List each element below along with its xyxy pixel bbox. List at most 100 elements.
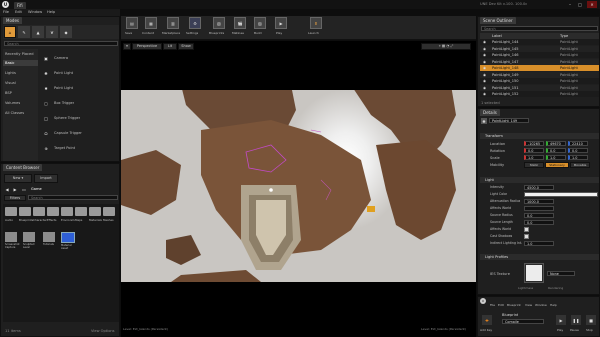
category-recently-placed[interactable]: Recently Placed (5, 51, 34, 57)
scale-z[interactable]: 1.0 (568, 155, 588, 160)
bp-menu-window[interactable]: Window (535, 302, 547, 308)
property-checkbox[interactable] (524, 233, 529, 239)
list-item[interactable]: ⊕ Target Point (39, 141, 119, 155)
content-browser-tab[interactable]: Content Browser (3, 164, 43, 171)
back-icon[interactable]: ◀ (4, 186, 10, 192)
asset-item[interactable]: Tutorials (43, 232, 57, 254)
property-value[interactable]: 1000.0 (524, 198, 554, 204)
light-header[interactable]: Light (480, 177, 599, 183)
scene-outliner-tab[interactable]: Scene Outliner (480, 17, 516, 24)
view-options-button[interactable]: View Options (91, 328, 115, 334)
category-lights[interactable]: Lights (5, 70, 16, 76)
section-lightmass[interactable]: Lightmass (518, 285, 533, 291)
toolbar-button[interactable]: ▶ Play (273, 17, 289, 38)
property-value[interactable]: 0.0 (524, 219, 554, 225)
toolbar-button[interactable]: ▤ Save (124, 17, 140, 38)
pause-icon[interactable]: ❚❚ (571, 315, 581, 325)
viewport-options-button[interactable]: ▾ (123, 43, 131, 50)
modes-search-input[interactable]: Search (4, 41, 118, 46)
import-button[interactable]: Import (34, 174, 58, 183)
folder-item[interactable]: Blueprints (19, 207, 33, 225)
table-row[interactable]: ◉ PointLight_149 PointLight (480, 71, 599, 78)
bp-menu-view[interactable]: View (525, 302, 532, 308)
toolbar-button[interactable]: ▥ Marketplace (162, 17, 184, 38)
scale-y[interactable]: 1.0 (546, 155, 566, 160)
folder-item[interactable]: Characters (33, 207, 47, 225)
bp-menu-help[interactable]: Help (550, 302, 557, 308)
geometry-mode-icon[interactable]: ◆ (60, 26, 72, 38)
location-y[interactable]: 49670 (546, 141, 566, 146)
ies-thumbnail[interactable] (524, 263, 544, 283)
list-item[interactable]: ✹ Point Light (39, 81, 119, 95)
play-icon[interactable]: ▶ (556, 315, 566, 325)
category-all-classes[interactable]: All Classes (5, 110, 24, 116)
visibility-eye-icon[interactable]: ◉ (482, 52, 487, 58)
close-icon[interactable]: ✕ (587, 1, 597, 8)
filters-button[interactable]: Filters (4, 195, 26, 201)
toolbar-button[interactable]: 🎬︎ Matinee (231, 17, 249, 38)
rotation-z[interactable]: 0.0 (568, 148, 588, 153)
category-basic[interactable]: Basic (3, 60, 38, 66)
stop-icon[interactable]: ■ (586, 315, 596, 325)
outliner-search-input[interactable]: Search (481, 26, 598, 31)
asset-item[interactable]: Screenshot Capture (5, 232, 20, 254)
table-row[interactable]: ◉ PointLight_151 PointLight (480, 84, 599, 91)
folder-item[interactable]: Meshes (103, 207, 115, 225)
menu-file[interactable]: File (3, 9, 9, 15)
bp-menu-blueprint[interactable]: Blueprint (507, 302, 521, 308)
folder-item[interactable]: Materials (89, 207, 102, 225)
toolbar-button[interactable]: ▦ Content (142, 17, 160, 38)
show-button[interactable]: Show (178, 43, 194, 50)
paint-mode-icon[interactable]: ✎ (18, 26, 30, 38)
new-button[interactable]: New ▾ (4, 174, 32, 183)
list-item[interactable]: ✺ Point Light (39, 66, 119, 80)
location-z[interactable]: 22410 (568, 141, 588, 146)
ies-value[interactable]: None (547, 271, 575, 276)
property-value[interactable]: 0.0 (524, 212, 554, 218)
visibility-eye-icon[interactable]: ◉ (482, 78, 487, 84)
table-row[interactable]: ◉ PointLight_147 PointLight (480, 58, 599, 65)
foliage-mode-icon[interactable]: ❦ (46, 26, 58, 38)
rotation-x[interactable]: 0.0 (524, 148, 544, 153)
scale-x[interactable]: 1.0 (524, 155, 544, 160)
bp-tab[interactable]: Blueprint (502, 312, 518, 318)
property-value[interactable]: 1.0 (524, 240, 554, 246)
table-row[interactable]: ◉ PointLight_152 PointLight (480, 91, 599, 97)
asset-item-selected[interactable]: Material Asset (61, 232, 77, 254)
mobility-stationary[interactable]: Stationary (545, 162, 569, 168)
light-profiles-header[interactable]: Light Profiles (480, 254, 599, 260)
list-item[interactable]: ⬭ Capsule Trigger (39, 126, 119, 140)
toolbar-button[interactable]: ▧ Blueprints (209, 17, 229, 38)
visibility-eye-icon[interactable]: ◉ (482, 59, 487, 65)
category-volumes[interactable]: Volumes (5, 100, 20, 106)
path-breadcrumb[interactable]: Game (31, 186, 42, 192)
folder-item[interactable]: Audio (5, 207, 17, 225)
bp-menu-file[interactable]: File (490, 302, 495, 308)
bp-dropdown[interactable]: Compile (502, 319, 544, 324)
table-row[interactable]: ◉ PointLight_145 PointLight (480, 45, 599, 52)
visibility-eye-icon[interactable]: ◉ (482, 72, 487, 78)
lit-button[interactable]: Lit (163, 43, 177, 50)
maximize-icon[interactable]: □ (576, 1, 584, 8)
viewport[interactable]: ▾ Perspective Lit Show ⌖ ▦ ◔ ⤢ Level: Ex… (121, 41, 476, 337)
category-visual[interactable]: Visual (5, 80, 16, 86)
category-bsp[interactable]: BSP (5, 90, 12, 96)
file-tab[interactable]: Fifi (14, 2, 26, 9)
folder-item[interactable]: Maps (75, 207, 87, 225)
forward-icon[interactable]: ▶ (12, 186, 18, 192)
list-item[interactable]: ▢ Box Trigger (39, 96, 119, 110)
rotation-y[interactable]: 0.0 (546, 148, 566, 153)
toolbar-button[interactable]: ⚙ Settings (186, 17, 204, 38)
visibility-eye-icon[interactable]: ◉ (482, 91, 487, 97)
content-search-input[interactable]: Search (28, 195, 118, 200)
modes-tab[interactable]: Modes (3, 17, 22, 24)
landscape-mode-icon[interactable]: ▲ (32, 26, 44, 38)
light-color-swatch[interactable] (524, 191, 598, 197)
property-value[interactable]: 4500.0 (524, 184, 554, 190)
menu-help[interactable]: Help (47, 9, 55, 15)
list-item[interactable]: ▣ Camera (39, 51, 119, 65)
menu-window[interactable]: Window (28, 9, 42, 15)
property-checkbox[interactable] (524, 226, 529, 232)
minimize-icon[interactable]: – (566, 1, 574, 8)
place-mode-icon[interactable]: ⌂ (4, 26, 16, 38)
